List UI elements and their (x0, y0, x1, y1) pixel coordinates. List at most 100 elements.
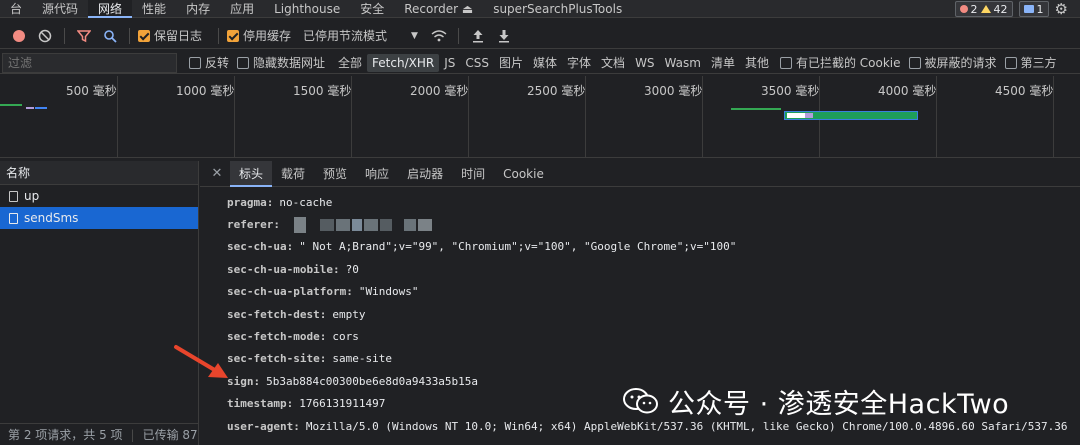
errors-warnings-badge[interactable]: 2 42 (954, 1, 1013, 17)
checkbox-unchecked[interactable] (189, 56, 201, 69)
clear-icon (38, 29, 52, 42)
header-value[interactable]: empty (332, 308, 365, 321)
header-key: timestamp: (227, 397, 294, 411)
blocked-cookies-label: 有已拦截的 Cookie (795, 56, 901, 70)
error-icon (959, 5, 968, 13)
filter-bar: 反转 隐藏数据网址 全部 Fetch/XHR JS CSS 图片 媒体 字体 文… (0, 52, 1080, 74)
tab-lighthouse[interactable]: Lighthouse (264, 0, 350, 18)
tab-preview[interactable]: 预览 (314, 161, 356, 187)
filter-type-ws[interactable]: WS (630, 56, 659, 70)
gear-icon[interactable]: ⚙ (1055, 0, 1068, 18)
header-row: sec-ch-ua-mobile: ?0 (200, 258, 1080, 280)
tab-memory[interactable]: 内存 (176, 0, 220, 18)
clear-button[interactable] (34, 25, 56, 47)
tab-network[interactable]: 网络 (88, 0, 133, 18)
redaction-block (403, 218, 416, 231)
timeline-overview[interactable]: 500 毫秒 1000 毫秒 1500 毫秒 2000 毫秒 2500 毫秒 3… (0, 76, 1080, 158)
header-row: sec-ch-ua: " Not A;Brand";v="99", "Chromi… (200, 236, 1080, 258)
tab-cookies[interactable]: Cookie (494, 161, 553, 187)
checkbox-checked[interactable] (227, 29, 240, 42)
checkbox-unchecked[interactable] (908, 56, 921, 69)
request-item-up[interactable]: up (0, 185, 198, 207)
tab-payload[interactable]: 载荷 (272, 161, 314, 187)
checkbox-checked[interactable] (138, 29, 150, 42)
header-value[interactable]: ?0 (346, 263, 359, 276)
header-value[interactable]: no-cache (279, 196, 332, 209)
record-icon (13, 29, 25, 42)
timeline-tick-label: 4500 毫秒 (995, 84, 1054, 98)
header-value[interactable]: 1766131911497 (299, 397, 385, 410)
blocked-requests-checkbox[interactable]: 被屏蔽的请求 (908, 54, 997, 71)
timeline-tick-label: 500 毫秒 (66, 84, 117, 98)
divider (218, 27, 220, 44)
header-value[interactable]: Mozilla/5.0 (Windows NT 10.0; Win64; x64… (306, 420, 1068, 433)
filter-type-all[interactable]: 全部 (333, 54, 367, 71)
filter-type-doc[interactable]: 文档 (596, 54, 630, 71)
tab-timing[interactable]: 时间 (452, 161, 494, 187)
invert-label: 反转 (205, 56, 230, 70)
filter-type-manifest[interactable]: 清单 (706, 54, 740, 71)
timeline-tick-label: 2500 毫秒 (527, 84, 586, 98)
tab-console[interactable]: 台 (0, 0, 32, 18)
divider (457, 27, 459, 44)
search-icon (104, 29, 117, 43)
tab-performance[interactable]: 性能 (132, 0, 176, 18)
divider (129, 27, 130, 44)
request-item-sendsms[interactable]: sendSms (0, 207, 198, 229)
filter-type-css[interactable]: CSS (460, 56, 494, 70)
header-key: sec-ch-ua: (227, 240, 294, 254)
import-har-button[interactable] (467, 25, 489, 47)
filter-type-font[interactable]: 字体 (562, 54, 596, 71)
preserve-log-checkbox[interactable]: 保留日志 (138, 27, 202, 44)
invert-checkbox[interactable]: 反转 (189, 54, 229, 71)
divider: | (130, 427, 135, 442)
header-row: sec-fetch-site: same-site (200, 348, 1080, 370)
redaction-block (379, 218, 392, 231)
redaction-block (335, 218, 350, 231)
name-column-header[interactable]: 名称 (0, 161, 198, 185)
hide-data-urls-checkbox[interactable]: 隐藏数据网址 (237, 54, 325, 71)
search-button[interactable] (99, 25, 121, 47)
download-icon (498, 29, 509, 42)
checkbox-unchecked[interactable] (237, 56, 250, 69)
network-conditions-button[interactable] (428, 25, 450, 47)
tab-supersearchplustools[interactable]: superSearchPlusTools (483, 0, 632, 18)
filter-type-img[interactable]: 图片 (494, 54, 528, 71)
tab-recorder[interactable]: Recorder ⏏ (394, 0, 483, 18)
checkbox-unchecked[interactable] (1004, 56, 1017, 69)
header-value[interactable]: " Not A;Brand";v="99", "Chromium";v="100… (299, 240, 736, 253)
disable-cache-checkbox[interactable]: 停用缓存 (227, 27, 291, 44)
header-value[interactable]: "Windows" (359, 285, 419, 298)
tab-initiator[interactable]: 启动器 (398, 161, 452, 187)
third-party-checkbox[interactable]: 第三方 (1004, 54, 1057, 71)
chevron-down-icon: ▼ (411, 30, 418, 41)
tab-security[interactable]: 安全 (350, 0, 394, 18)
tab-headers[interactable]: 标头 (230, 160, 273, 187)
header-value[interactable]: same-site (332, 352, 392, 365)
header-value[interactable]: 5b3ab884c00300be6e8d0a9433a5b15a (266, 375, 478, 388)
export-har-button[interactable] (493, 25, 515, 47)
timeline-request-bar (35, 107, 47, 109)
tab-response[interactable]: 响应 (356, 161, 398, 187)
filter-icon (77, 29, 91, 42)
blocked-cookies-checkbox[interactable]: 有已拦截的 Cookie (779, 54, 901, 71)
timeline-request-bar (26, 107, 34, 109)
filter-type-js[interactable]: JS (439, 56, 460, 70)
record-button[interactable] (8, 25, 30, 47)
filter-input[interactable] (2, 52, 177, 73)
filter-type-other[interactable]: 其他 (740, 54, 774, 71)
checkbox-unchecked[interactable] (779, 56, 792, 69)
throttle-select[interactable]: 已停用节流模式 ▼ (303, 27, 418, 44)
tab-sources[interactable]: 源代码 (32, 0, 88, 18)
filter-type-media[interactable]: 媒体 (528, 54, 562, 71)
filter-button[interactable] (73, 25, 95, 47)
messages-badge[interactable]: 1 (1018, 1, 1049, 17)
filter-type-fetch-xhr[interactable]: Fetch/XHR (367, 53, 440, 72)
error-count: 2 (970, 2, 978, 16)
filter-type-wasm[interactable]: Wasm (660, 56, 706, 70)
close-icon[interactable]: ✕ (208, 166, 226, 181)
document-icon (9, 190, 18, 202)
tab-application[interactable]: 应用 (220, 0, 264, 18)
header-value[interactable]: cors (332, 330, 359, 343)
timeline-tick-label: 1000 毫秒 (176, 84, 235, 98)
